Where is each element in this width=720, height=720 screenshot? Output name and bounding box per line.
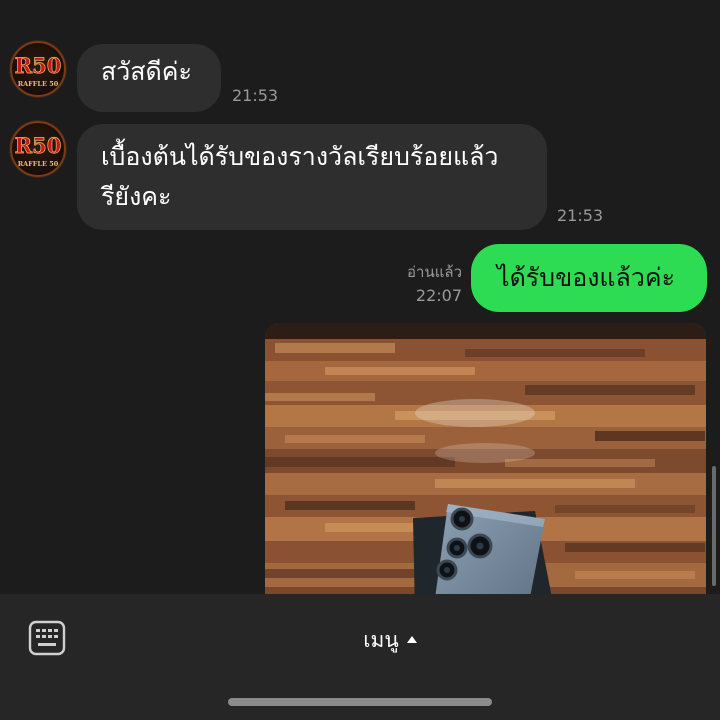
message-timestamp: 21:53 [557,206,604,225]
raffle50-logo-icon: R50 RAFFLE 50 [10,121,66,177]
message-text: ได้รับของแล้วค่ะ [497,263,676,292]
outgoing-message-bubble[interactable]: ได้รับของแล้วค่ะ [471,244,707,312]
raffle50-logo-icon: R50 RAFFLE 50 [10,41,66,97]
sender-avatar[interactable]: R50 RAFFLE 50 [9,40,67,98]
message-text-line: เบื้องต้นได้รับของรางวัลเรียบร้อยแล้ว [101,142,499,171]
keyboard-button[interactable] [28,620,66,656]
menu-label: เมนู [363,627,399,652]
keyboard-icon [28,620,66,656]
svg-text:RAFFLE 50: RAFFLE 50 [18,80,59,88]
scrollbar[interactable] [712,466,716,586]
home-indicator[interactable] [228,698,492,706]
chat-screen: R50 RAFFLE 50 สวัสดีค่ะ 21:53 R50 RAFFLE… [0,0,720,720]
message-text-line: รียังคะ [101,182,172,211]
message-list[interactable]: R50 RAFFLE 50 สวัสดีค่ะ 21:53 R50 RAFFLE… [0,0,720,594]
message-text: สวัสดีค่ะ [101,57,192,86]
svg-text:R50: R50 [15,133,62,158]
menu-button[interactable]: เมนู [340,624,440,656]
svg-text:R50: R50 [15,53,62,78]
message-timestamp: 22:07 [415,286,462,305]
incoming-message-bubble[interactable]: สวัสดีค่ะ [77,44,221,112]
svg-text:RAFFLE 50: RAFFLE 50 [18,160,59,168]
photo-message[interactable] [265,323,706,594]
photo-phone-on-wood-icon [265,323,706,594]
bottom-bar: เมนู [0,594,720,720]
message-timestamp: 21:53 [232,86,279,105]
caret-up-icon [406,635,417,643]
read-receipt: อ่านแล้ว [407,263,462,281]
incoming-message-bubble[interactable]: เบื้องต้นได้รับของรางวัลเรียบร้อยแล้ว รี… [77,124,547,230]
sender-avatar[interactable]: R50 RAFFLE 50 [9,120,67,178]
